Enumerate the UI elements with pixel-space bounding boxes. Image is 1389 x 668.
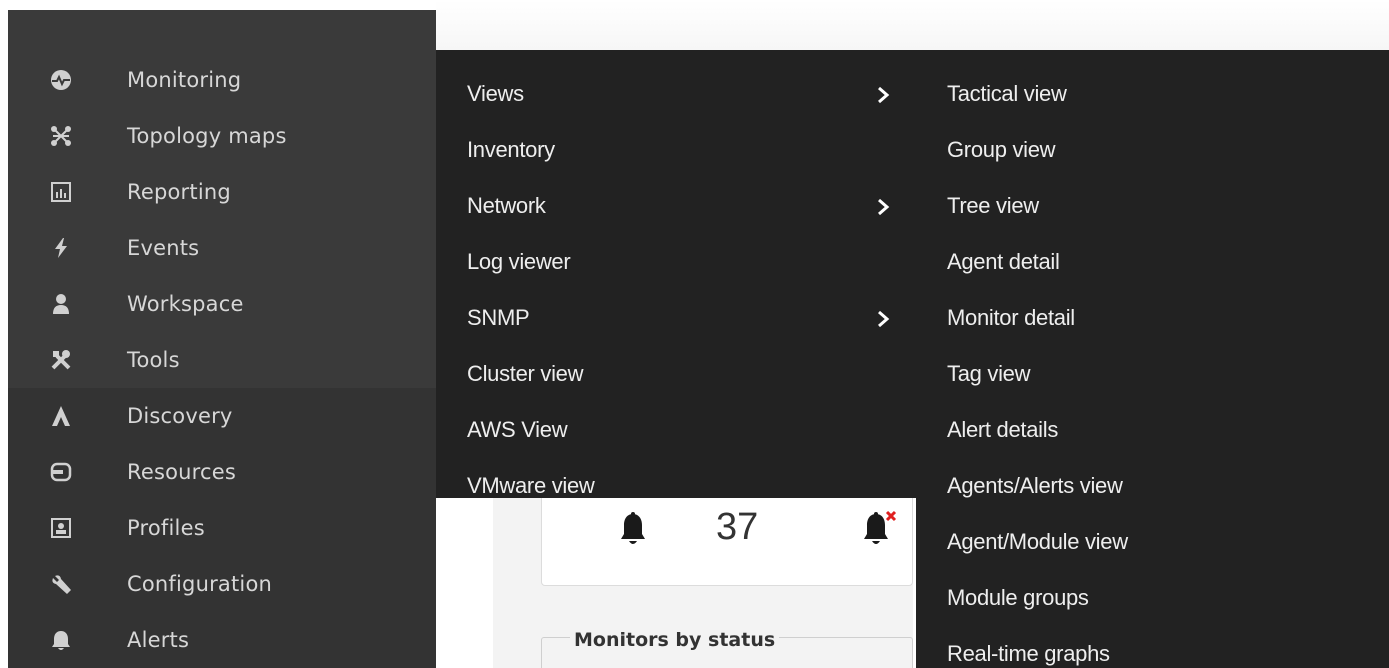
alerts-count: 37	[716, 506, 759, 548]
menu-item-tactical-view[interactable]: Tactical view	[916, 64, 1389, 120]
menu-item-label: Cluster view	[467, 361, 584, 386]
menu-item-views[interactable]: Views	[436, 64, 916, 120]
discovery-icon	[50, 405, 72, 427]
monitoring-icon	[50, 69, 72, 91]
menu-item-aws-view[interactable]: AWS View	[436, 400, 916, 456]
menu-item-real-time-graphs[interactable]: Real-time graphs	[916, 624, 1389, 668]
sidebar-item-resources[interactable]: Resources	[8, 444, 436, 500]
menu-item-label: SNMP	[467, 305, 530, 330]
menu-item-group-view[interactable]: Group view	[916, 120, 1389, 176]
sidebar-item-label: Reporting	[127, 180, 231, 204]
topology-icon	[50, 125, 72, 147]
sidebar-item-topology-maps[interactable]: Topology maps	[8, 108, 436, 164]
menu-item-label: Tag view	[947, 361, 1031, 386]
sidebar-item-events[interactable]: Events	[8, 220, 436, 276]
user-icon	[50, 293, 72, 315]
menu-item-tree-view[interactable]: Tree view	[916, 176, 1389, 232]
bell-icon	[50, 629, 72, 651]
sidebar-item-label: Tools	[127, 348, 180, 372]
tools-icon	[50, 349, 72, 371]
menu-item-vmware-view[interactable]: VMware view	[436, 456, 916, 512]
menu-item-label: VMware view	[467, 473, 595, 498]
menu-item-label: Alert details	[947, 417, 1059, 442]
sidebar-item-label: Configuration	[127, 572, 273, 596]
menu-item-label: Monitor detail	[947, 305, 1075, 330]
sidebar-item-tools[interactable]: Tools	[8, 332, 436, 388]
menu-item-label: Agent detail	[947, 249, 1060, 274]
menu-item-label: Tactical view	[947, 81, 1067, 106]
sidebar-item-label: Alerts	[127, 628, 190, 652]
menu-item-label: Network	[467, 193, 546, 218]
bell-alert-icon	[862, 510, 898, 548]
chevron-right-icon	[878, 198, 890, 216]
sidebar-item-label: Topology maps	[127, 124, 287, 148]
reporting-icon	[50, 181, 72, 203]
sidebar-item-reporting[interactable]: Reporting	[8, 164, 436, 220]
menu-item-label: Log viewer	[467, 249, 571, 274]
sidebar-item-alerts[interactable]: Alerts	[8, 612, 436, 668]
sidebar-item-label: Discovery	[127, 404, 233, 428]
menu-item-tag-view[interactable]: Tag view	[916, 344, 1389, 400]
profile-card-icon	[50, 517, 72, 539]
sidebar-item-monitoring[interactable]: Monitoring	[8, 52, 436, 108]
menu-item-network[interactable]: Network	[436, 176, 916, 232]
views-submenu: Tactical view Group view Tree view Agent…	[916, 50, 1389, 668]
sidebar-item-configuration[interactable]: Configuration	[8, 556, 436, 612]
menu-item-monitor-detail[interactable]: Monitor detail	[916, 288, 1389, 344]
menu-item-agents-alerts-view[interactable]: Agents/Alerts view	[916, 456, 1389, 512]
resources-icon	[50, 461, 72, 483]
menu-item-label: Agents/Alerts view	[947, 473, 1123, 498]
menu-item-label: Group view	[947, 137, 1056, 162]
menu-item-agent-module-view[interactable]: Agent/Module view	[916, 512, 1389, 568]
monitors-legend: Monitors by status	[570, 629, 780, 651]
sidebar-item-label: Resources	[127, 460, 237, 484]
menu-item-log-viewer[interactable]: Log viewer	[436, 232, 916, 288]
menu-item-label: Agent/Module view	[947, 529, 1128, 554]
menu-item-module-groups[interactable]: Module groups	[916, 568, 1389, 624]
top-bar	[436, 0, 1389, 50]
wrench-icon	[50, 573, 72, 595]
sidebar-item-label: Workspace	[127, 292, 244, 316]
menu-item-alert-details[interactable]: Alert details	[916, 400, 1389, 456]
menu-item-cluster-view[interactable]: Cluster view	[436, 344, 916, 400]
menu-item-label: AWS View	[467, 417, 568, 442]
menu-item-label: Inventory	[467, 137, 555, 162]
sidebar: Monitoring Topology maps Reporting Event…	[8, 10, 436, 668]
chevron-right-icon	[878, 310, 890, 328]
menu-item-inventory[interactable]: Inventory	[436, 120, 916, 176]
menu-item-label: Views	[467, 81, 524, 106]
sidebar-item-profiles[interactable]: Profiles	[8, 500, 436, 556]
sidebar-item-discovery[interactable]: Discovery	[8, 388, 436, 444]
menu-item-label: Tree view	[947, 193, 1039, 218]
chevron-right-icon	[878, 86, 890, 104]
sidebar-item-label: Events	[127, 236, 200, 260]
menu-item-snmp[interactable]: SNMP	[436, 288, 916, 344]
sidebar-item-label: Profiles	[127, 516, 205, 540]
sidebar-item-label: Monitoring	[127, 68, 242, 92]
bell-icon	[620, 512, 646, 548]
menu-item-label: Module groups	[947, 585, 1089, 610]
monitoring-submenu: Views Inventory Network Log viewer SNMP …	[436, 50, 916, 498]
sidebar-item-workspace[interactable]: Workspace	[8, 276, 436, 332]
menu-item-agent-detail[interactable]: Agent detail	[916, 232, 1389, 288]
lightning-icon	[50, 237, 72, 259]
menu-item-label: Real-time graphs	[947, 641, 1110, 666]
